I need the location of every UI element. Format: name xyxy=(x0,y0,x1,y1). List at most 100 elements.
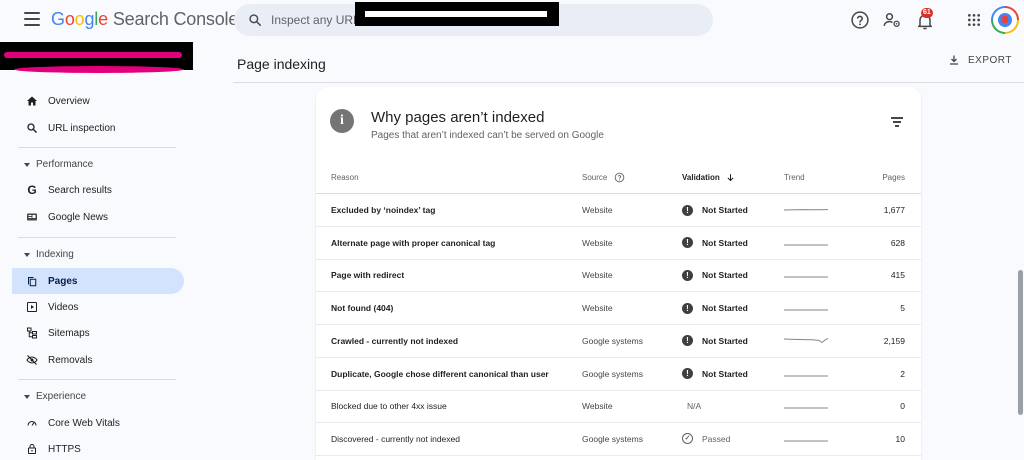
home-icon xyxy=(27,96,37,106)
help-icon[interactable] xyxy=(614,172,625,183)
sidebar-item-label: Google News xyxy=(48,211,109,223)
table-row[interactable]: Excluded by ‘noindex’ tag Website! Not Sta… xyxy=(316,194,921,227)
column-header-label: Trend xyxy=(784,172,805,182)
pages-count-cell: 2,159 xyxy=(883,335,905,346)
source-cell: Website xyxy=(582,237,613,248)
info-icon: i xyxy=(330,109,354,133)
header-divider xyxy=(233,82,1024,83)
table-row[interactable]: Alternate page with proper canonical tag… xyxy=(316,227,921,260)
section-label: Experience xyxy=(36,391,87,402)
column-header-validation[interactable]: Validation xyxy=(682,161,735,193)
column-header-label: Source xyxy=(582,172,608,182)
sparkline-line xyxy=(784,337,828,343)
hamburger-menu-icon[interactable] xyxy=(24,12,40,26)
pages-icon xyxy=(28,277,37,287)
validation-cell: ! Not Started xyxy=(682,292,748,324)
redaction-mark xyxy=(4,52,182,58)
reason-cell: Alternate page with proper canonical tag xyxy=(331,237,496,248)
section-label: Indexing xyxy=(36,249,74,260)
card-subtitle: Pages that aren’t indexed can’t be serve… xyxy=(371,130,604,141)
source-cell: Google systems xyxy=(582,433,643,444)
logo-letter: e xyxy=(98,9,108,29)
validation-cell: ! Not Started xyxy=(682,259,748,291)
trend-sparkline xyxy=(784,390,828,422)
avatar-image xyxy=(998,13,1012,27)
column-header-source[interactable]: Source xyxy=(582,161,625,193)
sidebar-item-google-news[interactable]: Google News xyxy=(12,204,184,230)
validation-cell: ! Not Started xyxy=(682,358,748,390)
check-circle-icon: ✓ xyxy=(682,433,693,445)
column-header-label: Validation xyxy=(682,172,720,182)
sidebar-item-videos[interactable]: Videos xyxy=(12,294,184,320)
video-icon xyxy=(27,302,37,312)
sidebar-item-search-results[interactable]: G Search results xyxy=(12,177,184,203)
page-title: Page indexing xyxy=(237,56,326,72)
sidebar-item-label: Sitemaps xyxy=(48,327,90,339)
source-cell: Website xyxy=(582,205,613,215)
source-cell: Website xyxy=(582,303,613,314)
column-header-reason[interactable]: Reason xyxy=(331,161,359,193)
google-g-icon: G xyxy=(27,183,37,197)
sparkline-chart xyxy=(784,309,828,311)
sidebar-item-pages[interactable]: Pages xyxy=(12,268,184,294)
redaction-block xyxy=(355,2,559,26)
sparkline-chart xyxy=(784,375,828,376)
export-label: EXPORT xyxy=(968,54,1012,66)
lock-icon xyxy=(28,444,36,454)
sidebar-section-indexing[interactable]: Indexing xyxy=(24,249,74,260)
table-row[interactable]: Blocked due to other 4xx issue Website N/A… xyxy=(316,390,921,424)
page-scrollbar[interactable] xyxy=(1018,270,1023,415)
sparkline-chart xyxy=(784,209,828,211)
reason-cell: Not found (404) xyxy=(331,303,394,314)
account-avatar[interactable] xyxy=(991,6,1019,34)
alert-circle-icon: ! xyxy=(682,302,693,314)
trend-sparkline xyxy=(784,259,828,291)
table-row[interactable]: Discovered - currently not indexed Google… xyxy=(316,423,921,456)
sidebar-item-label: Videos xyxy=(48,301,79,313)
reason-cell: Blocked due to other 4xx issue xyxy=(331,401,447,412)
column-header-label: Reason xyxy=(331,172,359,182)
column-header-label: Pages xyxy=(882,172,905,182)
caret-down-icon xyxy=(24,252,30,257)
table-row[interactable]: Crawled - currently not indexed Google sy… xyxy=(316,325,921,358)
sidebar-section-experience[interactable]: Experience xyxy=(24,391,86,402)
sidebar-section-performance[interactable]: Performance xyxy=(24,159,93,170)
sidebar-item-removals[interactable]: Removals xyxy=(12,347,184,373)
not-indexed-reasons-card: i Why pages aren’t indexed Pages that ar… xyxy=(316,87,921,460)
validation-cell: N/A xyxy=(687,390,701,422)
sidebar-item-label: Pages xyxy=(48,275,78,287)
sidebar-item-https[interactable]: HTTPS xyxy=(12,436,184,460)
filter-icon[interactable] xyxy=(890,117,904,127)
source-cell: Google systems xyxy=(582,368,643,379)
validation-cell: ✓ Passed xyxy=(682,423,730,455)
users-settings-icon[interactable] xyxy=(882,10,902,30)
trend-sparkline xyxy=(784,292,828,324)
sidebar-item-overview[interactable]: Overview xyxy=(12,88,184,114)
sort-arrow-down-icon xyxy=(727,173,734,181)
pages-count-cell: 5 xyxy=(900,303,905,314)
pages-count-cell: 2 xyxy=(900,368,905,379)
download-icon xyxy=(950,55,958,65)
help-icon[interactable] xyxy=(850,10,870,30)
sidebar-item-label: URL inspection xyxy=(48,122,116,134)
sidebar-item-label: Removals xyxy=(48,354,93,366)
search-console-logo[interactable]: Google Search Console xyxy=(51,9,238,30)
alert-circle-icon: ! xyxy=(682,204,693,216)
logo-letter: o xyxy=(64,9,75,29)
sidebar-item-core-web-vitals[interactable]: Core Web Vitals xyxy=(12,410,184,436)
google-apps-grid-icon[interactable] xyxy=(966,12,982,28)
sidebar-item-label: HTTPS xyxy=(48,443,81,455)
column-header-pages[interactable]: Pages xyxy=(856,161,905,193)
alert-circle-icon: ! xyxy=(682,269,693,281)
trend-sparkline xyxy=(784,423,828,455)
table-row[interactable]: Not found (404) Website ! Not Started 5 xyxy=(316,292,921,326)
table-row[interactable]: Page with redirect Website! Not Started 415 xyxy=(316,259,921,293)
validation-status-label: Not Started xyxy=(702,270,748,281)
table-row[interactable]: Duplicate, Google chose different canoni… xyxy=(316,358,921,391)
export-button[interactable]: EXPORT xyxy=(948,54,1012,66)
sparkline-chart xyxy=(784,244,828,246)
pages-count-cell: 628 xyxy=(890,237,905,248)
logo-letter: o xyxy=(74,9,85,29)
sidebar-item-url-inspection[interactable]: URL inspection xyxy=(12,115,184,141)
sidebar-item-sitemaps[interactable]: Sitemaps xyxy=(12,320,184,346)
